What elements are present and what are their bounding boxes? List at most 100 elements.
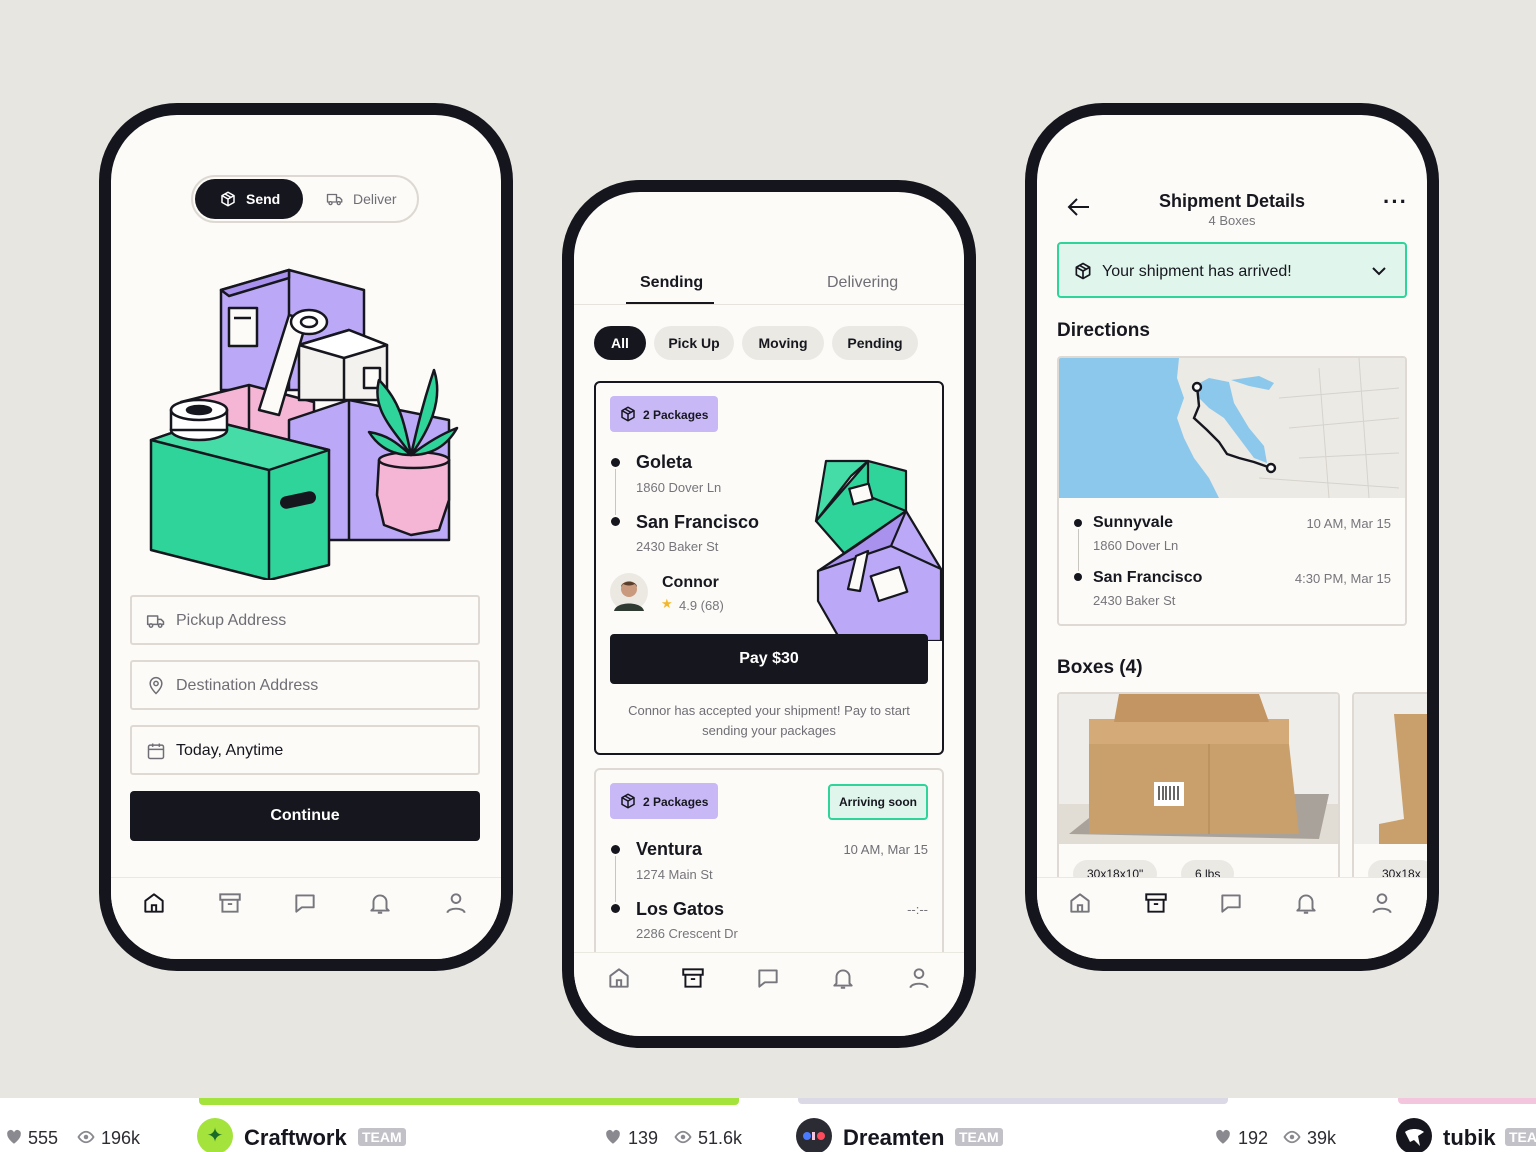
dreamten-logo[interactable] [796,1118,832,1152]
origin-time: 10 AM, Mar 15 [843,842,928,857]
packages-badge: 2 Packages [610,396,718,432]
origin-address: 1274 Main St [636,867,713,882]
cube-icon [619,792,637,810]
home-icon[interactable] [606,965,632,991]
chip-moving[interactable]: Moving [742,326,824,360]
user-icon[interactable] [1369,890,1395,916]
chip-all[interactable]: All [594,326,646,360]
deliver-segment[interactable]: Deliver [353,191,397,207]
avatar [610,573,648,611]
home-icon[interactable] [1067,890,1093,916]
shipment-card-active[interactable]: 2 Packages Goleta 1860 Dover Ln San Fran… [594,381,944,755]
shot-accent-bar [798,1098,1228,1104]
box-photo [1354,694,1427,844]
shipments-screen: Sending Delivering All Pick Up Moving Pe… [574,192,964,1036]
chevron-down-icon[interactable] [1371,264,1387,278]
driver-name: Connor [662,574,719,591]
packages-badge: 2 Packages [610,783,718,819]
boxes-heading: Boxes (4) [1057,657,1143,678]
tab-delivering[interactable]: Delivering [827,274,898,292]
tabs-divider [574,304,964,305]
shot-accent-bar [1398,1098,1536,1104]
studio-name[interactable]: Craftwork [244,1125,347,1151]
bell-icon[interactable] [367,890,393,916]
views-count: 196k [101,1128,141,1148]
route-line [615,469,616,515]
destination-time: --:-- [907,902,928,917]
pay-button[interactable]: Pay $30 [610,634,928,684]
destination-address: 2430 Baker St [1093,593,1176,608]
destination-dot [611,517,620,526]
shipment-details-screen: Shipment Details 4 Boxes ··· Your shipme… [1037,115,1427,959]
eye-icon [76,1128,96,1146]
destination-address-placeholder: Destination Address [176,677,319,694]
archive-icon[interactable] [680,965,706,991]
send-label: Send [246,191,281,207]
truck-icon [146,611,166,631]
heart-icon[interactable] [603,1128,623,1146]
tab-sending[interactable]: Sending [640,274,703,292]
archive-icon[interactable] [217,890,243,916]
origin-address: 1860 Dover Ln [636,480,722,495]
phone-send: Send Deliver Pickup Address Destination … [99,103,513,971]
chat-icon[interactable] [755,965,781,991]
team-badge: TEAM [358,1128,406,1146]
shipment-card-arriving[interactable]: 2 Packages Arriving soon Ventura 1274 Ma… [594,768,944,968]
phone-shipments: Sending Delivering All Pick Up Moving Pe… [562,180,976,1048]
origin-city: Goleta [636,452,693,472]
studio-name[interactable]: tubik [1443,1125,1496,1151]
payment-note: Connor has accepted your shipment! Pay t… [628,703,910,738]
date-value: Today, Anytime [176,742,284,759]
shot-accent-bar [199,1098,739,1105]
craftwork-logo[interactable]: ✦ [197,1118,233,1152]
page-title: Shipment Details [1158,191,1306,211]
origin-time: 10 AM, Mar 15 [1306,516,1391,531]
origin-city: Sunnyvale [1093,514,1174,531]
more-icon[interactable]: ··· [1383,189,1408,215]
cube-icon [1073,261,1093,281]
origin-dot [611,845,620,854]
packages-count: 2 Packages [643,408,709,422]
heart-icon[interactable] [1213,1128,1233,1146]
bell-icon[interactable] [1293,890,1319,916]
cube-icon [219,190,237,208]
truck-icon [325,190,345,208]
team-badge: TEAM [1505,1128,1536,1146]
phone-shipment-details: Shipment Details 4 Boxes ··· Your shipme… [1025,103,1439,971]
destination-city: San Francisco [1093,569,1203,586]
pickup-address-input[interactable]: Pickup Address [130,595,480,645]
directions-card: Sunnyvale 1860 Dover Ln 10 AM, Mar 15 Sa… [1057,356,1407,626]
destination-time: 4:30 PM, Mar 15 [1294,571,1391,586]
route-map[interactable] [1059,358,1405,498]
tubik-logo[interactable] [1396,1118,1432,1152]
pickup-address-placeholder: Pickup Address [176,612,287,629]
destination-dot [611,904,620,913]
bottom-tab-bar [574,952,964,1036]
continue-button[interactable]: Continue [130,791,480,841]
calendar-icon [146,741,166,761]
bell-icon[interactable] [830,965,856,991]
flying-boxes-illustration [814,459,943,641]
origin-city: Ventura [636,839,703,859]
route-line [615,856,616,902]
date-input[interactable]: Today, Anytime [130,725,480,775]
chat-icon[interactable] [292,890,318,916]
heart-icon[interactable] [4,1128,24,1146]
home-icon[interactable] [141,890,167,916]
origin-address: 1860 Dover Ln [1093,538,1179,553]
bottom-tab-bar [111,877,501,959]
team-badge: TEAM [955,1128,1003,1146]
send-deliver-toggle: Send Deliver [191,175,419,223]
user-icon[interactable] [906,965,932,991]
studio-name[interactable]: Dreamten [843,1125,944,1151]
destination-address-input[interactable]: Destination Address [130,660,480,710]
arriving-soon-badge: Arriving soon [828,784,928,820]
chip-pending[interactable]: Pending [832,326,918,360]
chat-icon[interactable] [1218,890,1244,916]
archive-icon[interactable] [1143,890,1169,916]
chip-pick-up[interactable]: Pick Up [654,326,734,360]
send-screen: Send Deliver Pickup Address Destination … [111,115,501,959]
arrival-alert[interactable]: Your shipment has arrived! [1057,242,1407,298]
user-icon[interactable] [443,890,469,916]
location-pin-icon [146,676,166,696]
